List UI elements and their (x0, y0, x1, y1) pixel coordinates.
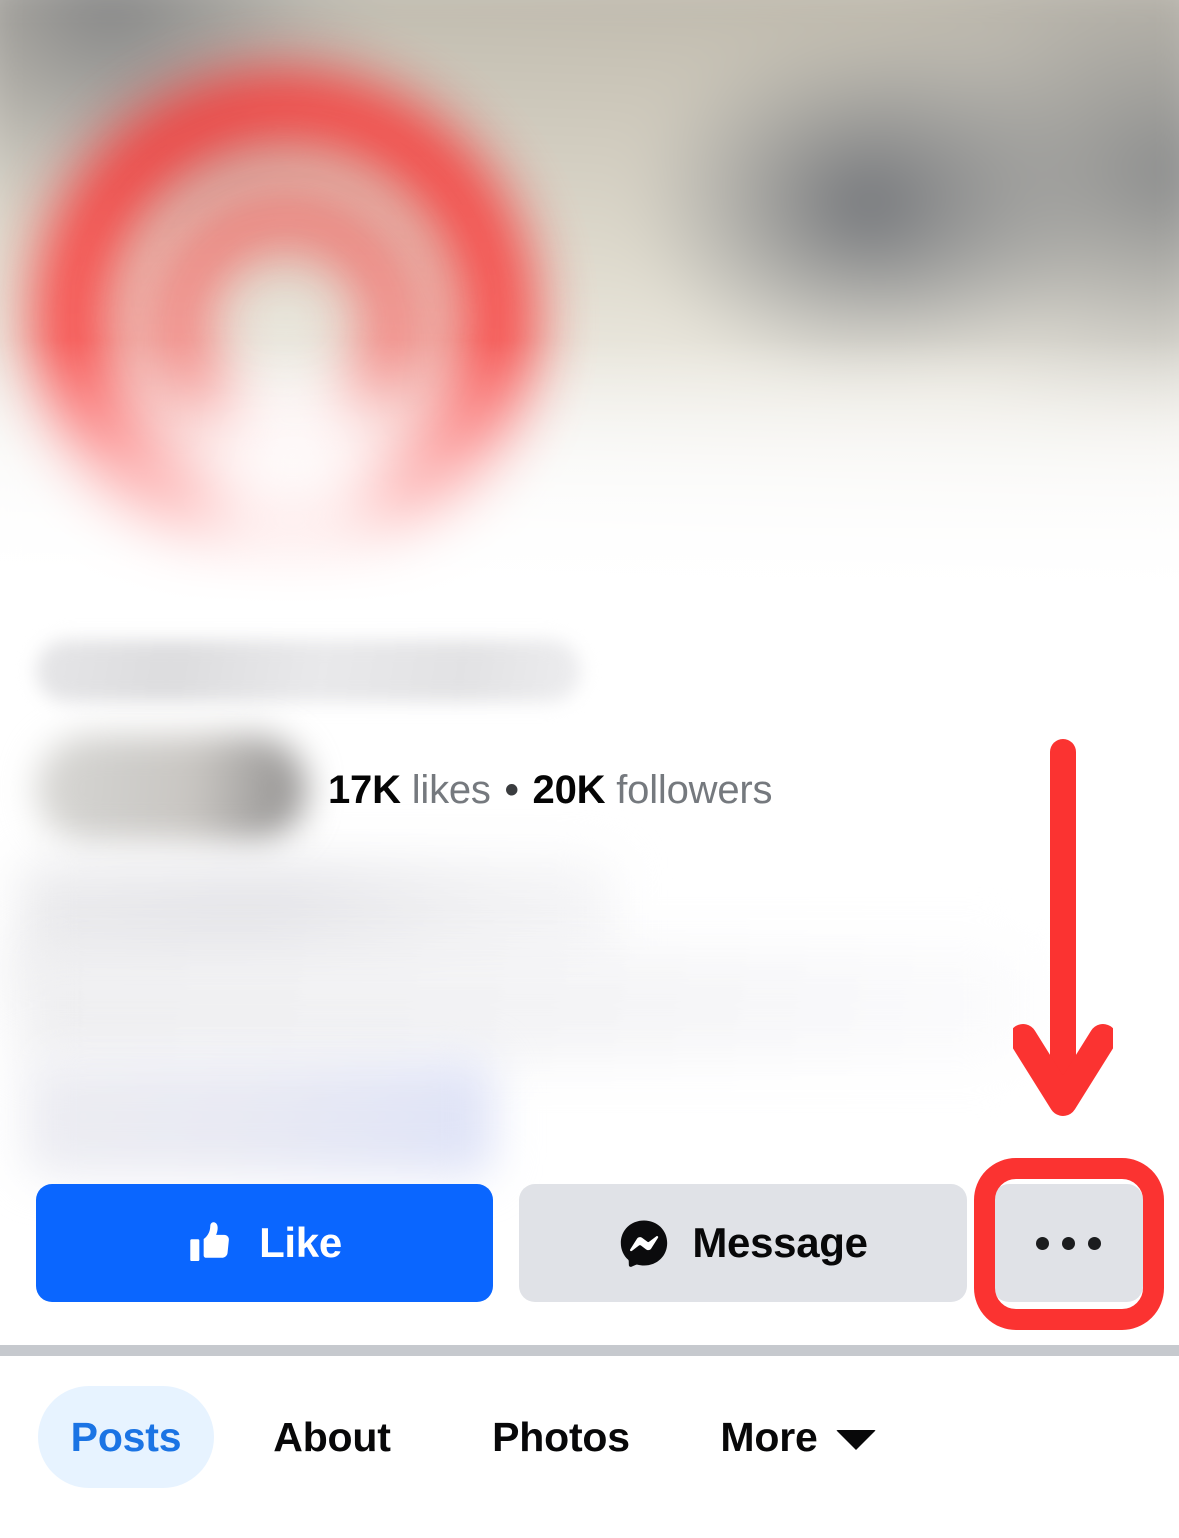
profile-tab-bar: Posts About Photos More (0, 1356, 1179, 1538)
more-options-button[interactable] (993, 1184, 1143, 1302)
tab-photos-label: Photos (492, 1413, 630, 1460)
tab-more-label: More (720, 1413, 818, 1460)
down-arrow-annotation-icon (1009, 738, 1117, 1130)
action-button-row: Like Message (0, 1184, 1179, 1304)
stats-separator: • (504, 768, 519, 812)
followers-count[interactable]: 20K (533, 768, 606, 812)
thumbs-up-icon (187, 1218, 237, 1268)
section-divider (0, 1345, 1179, 1356)
page-title (36, 640, 581, 702)
facebook-page-screen: 17K likes • 20K followers Like Message P… (0, 0, 1179, 1538)
message-button-label: Message (692, 1219, 868, 1266)
caret-down-icon (835, 1430, 876, 1450)
page-stats: 17K likes • 20K followers (328, 766, 772, 814)
like-button-label: Like (259, 1219, 342, 1266)
tab-photos[interactable]: Photos (476, 1386, 646, 1488)
ellipsis-icon (1035, 1236, 1101, 1250)
tab-posts-label: Posts (70, 1413, 182, 1460)
page-description-line-3 (24, 1058, 494, 1176)
page-category-badge (36, 735, 306, 843)
followers-label: followers (616, 768, 773, 812)
page-description-line-2 (16, 950, 1026, 1060)
likes-count[interactable]: 17K (328, 768, 401, 812)
message-button[interactable]: Message (519, 1184, 967, 1302)
messenger-icon (618, 1217, 670, 1269)
like-button[interactable]: Like (36, 1184, 493, 1302)
tab-about[interactable]: About (256, 1386, 408, 1488)
likes-label: likes (411, 768, 491, 812)
cover-photo[interactable] (0, 0, 1179, 640)
tab-posts[interactable]: Posts (38, 1386, 214, 1488)
tab-more[interactable]: More (707, 1386, 889, 1488)
cover-fade-overlay (0, 340, 1179, 640)
tab-about-label: About (273, 1413, 391, 1460)
